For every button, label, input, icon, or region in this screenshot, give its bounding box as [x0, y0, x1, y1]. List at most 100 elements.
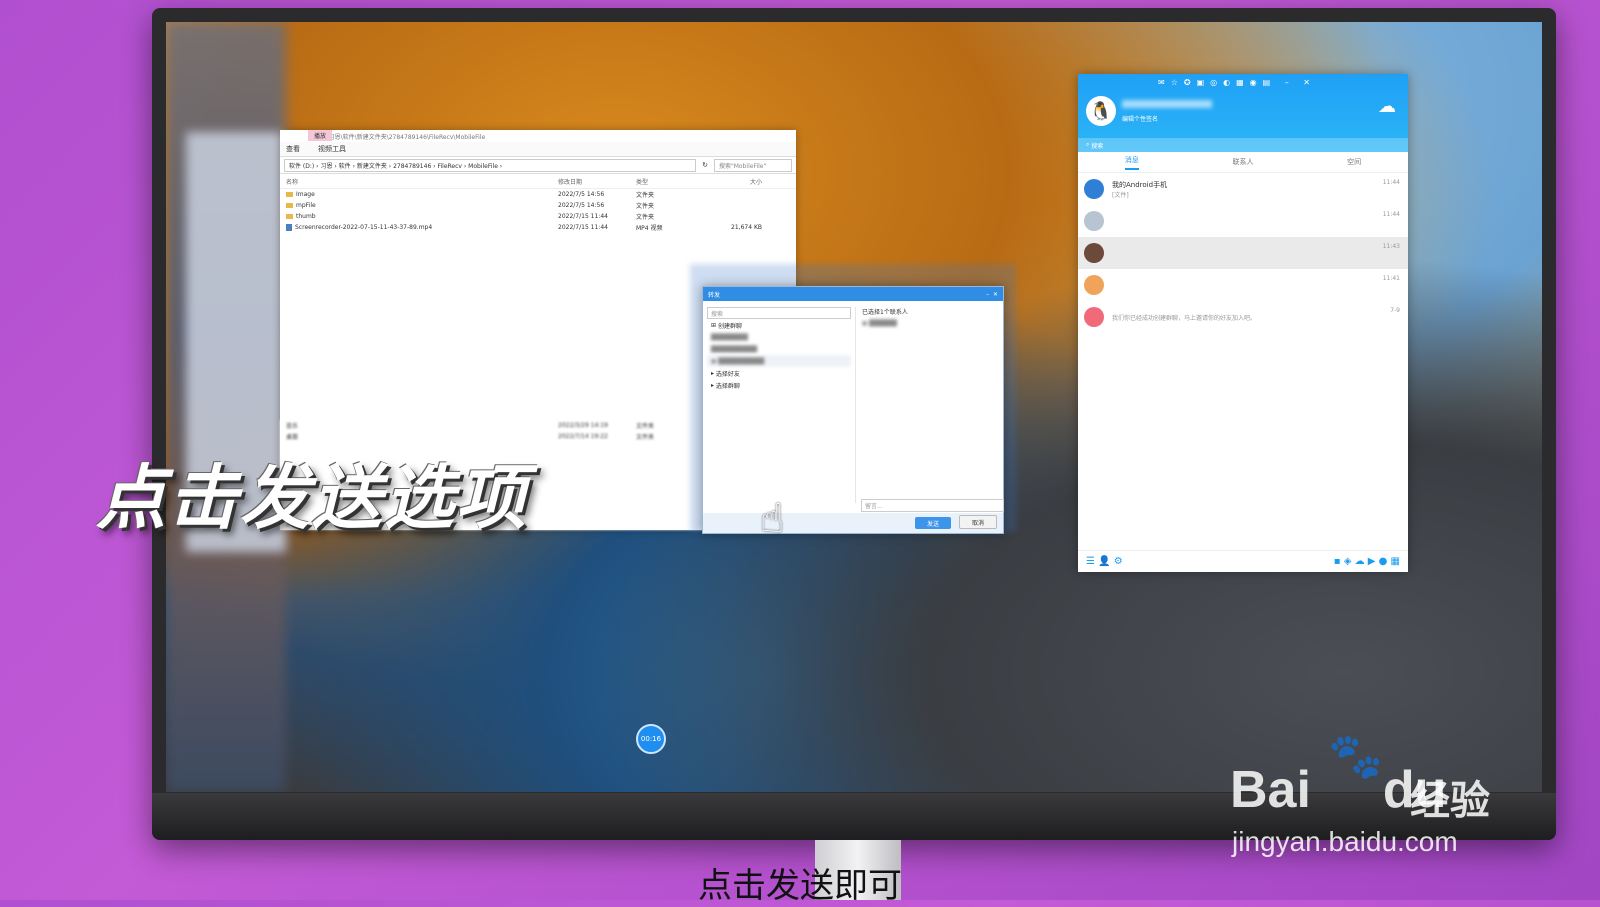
qq-bottom-bar: ☰ 👤 ⚙ ▪ ◈ ☁ ▶ ● ▦ — [1078, 550, 1408, 572]
create-group-item[interactable]: ⊞ 创建群聊 — [707, 319, 851, 331]
file-list-header: 名称 修改日期 类型 大小 — [280, 174, 796, 189]
message-input[interactable]: 留言... — [861, 499, 1004, 512]
tab-space[interactable]: 空间 — [1347, 157, 1361, 167]
menu-icon[interactable]: ☰ 👤 ⚙ — [1086, 556, 1123, 567]
chat-time: 11:43 — [1382, 243, 1400, 250]
dialog-search-input[interactable]: 搜索 — [707, 307, 851, 319]
file-date: 2022/7/5 14:56 — [558, 202, 605, 209]
table-row[interactable]: Screenrecorder-2022-07-15-11-43-37-89.mp… — [280, 222, 796, 233]
list-item[interactable]: ● ██████████ — [707, 355, 851, 367]
select-groups-item[interactable]: ▸ 选择群聊 — [707, 379, 851, 391]
chat-name: 我的Android手机 — [1112, 180, 1168, 189]
explorer-title: D:\习恩\软件\新建文件夹\2784789146\FileRecv\Mobil… — [320, 133, 486, 141]
file-date: 2022/7/15 11:44 — [558, 213, 608, 220]
column-type[interactable]: 类型 — [636, 177, 702, 186]
file-type: 文件夹 — [636, 203, 655, 210]
file-type: 文件夹 — [636, 214, 655, 221]
file-name: Image — [280, 191, 558, 198]
avatar — [1084, 179, 1104, 199]
chat-preview: 我们你已经成功创建群聊，马上邀请你的好友加入吧。 — [1112, 314, 1257, 322]
file-date: 2022/7/14 19:22 — [558, 433, 608, 440]
plus-icon: ⊞ — [711, 321, 718, 329]
dialog-footer: 发送 取消 — [703, 513, 1003, 533]
file-name: 桌面 — [286, 434, 299, 441]
selected-count: 已选择1个联系人 — [862, 309, 908, 316]
explorer-address-row: 软件 (D:) › 习恩 › 软件 › 新建文件夹 › 2784789146 ›… — [280, 157, 796, 174]
table-row[interactable]: mpFile 2022/7/5 14:56 文件夹 — [280, 200, 796, 211]
column-date[interactable]: 修改日期 — [558, 177, 636, 186]
create-group-label: 创建群聊 — [717, 322, 742, 330]
chat-list-item[interactable]: 我的Android手机 [文件] 11:44 — [1078, 173, 1408, 205]
qq-tabs: 消息 联系人 空间 — [1078, 152, 1408, 173]
chat-list: 我的Android手机 [文件] 11:44 11:44 11:43 11:41 我们你已经… — [1078, 173, 1408, 333]
file-date: 2022/7/15 11:44 — [558, 224, 608, 231]
main-caption: 点击发送选项 — [96, 457, 528, 539]
file-size: 21,674 KB — [731, 224, 762, 231]
folder-icon — [286, 203, 293, 208]
file-type: 文件夹 — [636, 192, 655, 199]
chat-text: 我们你已经成功创建群聊，马上邀请你的好友加入吧。 — [1112, 313, 1256, 322]
avatar — [1084, 275, 1104, 295]
qq-search-input[interactable]: ⌕ 搜索 — [1078, 138, 1408, 152]
folder-icon — [286, 192, 293, 197]
recording-timer: 00:16 — [636, 724, 666, 754]
dialog-window-controls: – ✕ — [986, 291, 998, 298]
chat-list-item[interactable]: 11:44 — [1078, 205, 1408, 237]
address-bar[interactable]: 软件 (D:) › 习恩 › 软件 › 新建文件夹 › 2784789146 ›… — [284, 158, 697, 172]
qq-toolbar-icons[interactable]: ✉☆✪▣◎◐▦◉▤ – ✕ — [1158, 78, 1316, 87]
file-name: Screenrecorder-2022-07-15-11-43-37-89.mp… — [280, 224, 558, 231]
chat-preview: [文件] — [1112, 191, 1129, 199]
chat-list-item[interactable]: 11:43 — [1078, 237, 1408, 269]
hand-cursor-icon: ☝ — [760, 496, 785, 542]
tab-contacts[interactable]: 联系人 — [1232, 157, 1253, 167]
qq-header: ✉☆✪▣◎◐▦◉▤ – ✕ 🐧 编辑个性签名 ☁ ⌕ 搜索 — [1078, 74, 1408, 152]
refresh-icon[interactable]: ↻ — [702, 161, 708, 169]
selected-contacts-panel: 已选择1个联系人 ● ██████ — [855, 307, 1006, 503]
file-date: 2022/7/5 14:56 — [558, 191, 605, 198]
chat-list-item[interactable]: 11:41 — [1078, 269, 1408, 301]
file-type: MP4 视频 — [636, 225, 663, 232]
table-row[interactable]: thumb 2022/7/15 11:44 文件夹 — [280, 211, 796, 222]
app-icons[interactable]: ▪ ◈ ☁ ▶ ● ▦ — [1334, 556, 1400, 567]
cancel-button[interactable]: 取消 — [959, 515, 997, 529]
chat-time: 7-9 — [1390, 307, 1400, 314]
file-name: 音乐 — [286, 423, 299, 430]
select-friends-label: 选择好友 — [715, 370, 740, 378]
qq-search-label: 搜索 — [1091, 142, 1104, 150]
chat-time: 11:44 — [1382, 179, 1400, 186]
list-item[interactable]: ████████ — [707, 331, 851, 343]
desktop-screen: D:\习恩\软件\新建文件夹\2784789146\FileRecv\Mobil… — [166, 22, 1542, 792]
video-file-icon — [286, 224, 292, 231]
explorer-search-input[interactable]: 搜索"MobileFile" — [714, 158, 792, 172]
weather-icon[interactable]: ☁ — [1378, 96, 1396, 117]
file-date: 2022/3/29 14:19 — [558, 422, 608, 429]
qq-nickname — [1122, 100, 1212, 108]
select-groups-label: 选择群聊 — [715, 382, 740, 390]
minimize-icon[interactable]: – — [986, 291, 989, 298]
select-friends-item[interactable]: ▸ 选择好友 — [707, 367, 851, 379]
avatar — [1084, 307, 1104, 327]
avatar[interactable]: 🐧 — [1086, 96, 1116, 126]
column-size[interactable]: 大小 — [702, 177, 762, 186]
tab-video-tools[interactable]: 视频工具 — [318, 144, 346, 154]
tab-play[interactable]: 播放 — [308, 130, 333, 141]
list-item[interactable]: ██████████ — [707, 343, 851, 355]
qq-signature[interactable]: 编辑个性签名 — [1122, 114, 1158, 123]
chat-text: 我的Android手机 [文件] — [1112, 180, 1167, 199]
forward-dialog: 转发 – ✕ 搜索 ⊞ 创建群聊 ████████ ██████████ ● █… — [702, 286, 1004, 534]
close-icon[interactable]: ✕ — [993, 291, 998, 298]
send-button[interactable]: 发送 — [915, 517, 951, 529]
file-name: thumb — [280, 213, 558, 220]
explorer-ribbon-tabs: 查看 视频工具 — [280, 142, 796, 157]
tab-messages[interactable]: 消息 — [1124, 155, 1139, 170]
column-name[interactable]: 名称 — [280, 177, 558, 186]
avatar — [1084, 243, 1104, 263]
chat-time: 11:44 — [1382, 211, 1400, 218]
chat-list-item[interactable]: 我们你已经成功创建群聊，马上邀请你的好友加入吧。 7-9 — [1078, 301, 1408, 333]
folder-icon — [286, 214, 293, 219]
tab-view[interactable]: 查看 — [286, 144, 300, 154]
baidu-url: jingyan.baidu.com — [1232, 826, 1458, 857]
chat-time: 11:41 — [1382, 275, 1400, 282]
selected-contact[interactable]: ● ██████ — [862, 320, 1006, 327]
table-row[interactable]: Image 2022/7/5 14:56 文件夹 — [280, 189, 796, 200]
